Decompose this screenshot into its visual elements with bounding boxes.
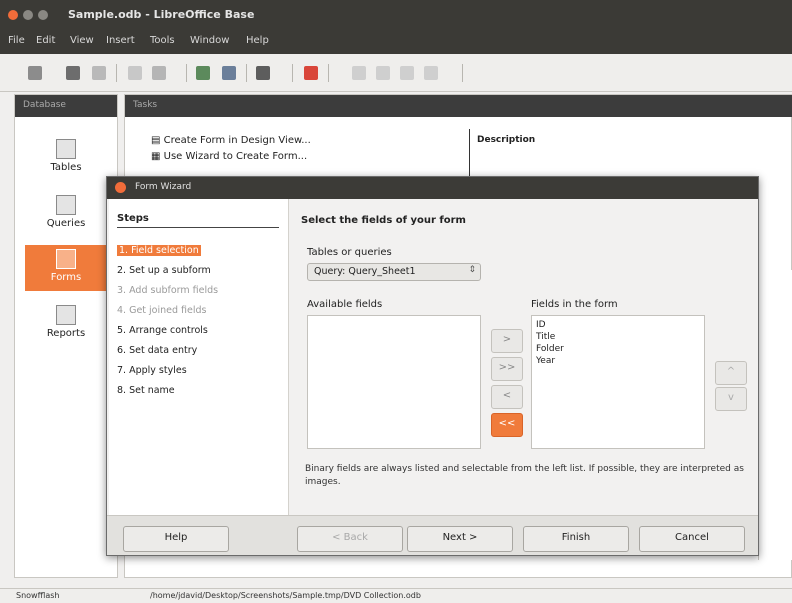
- tasks-header: Tasks: [125, 95, 792, 117]
- db-item-label: Forms: [50, 272, 82, 283]
- back-button: < Back: [297, 526, 403, 552]
- title-bar: Sample.odb - LibreOffice Base: [0, 0, 792, 30]
- db-item-label: Tables: [50, 162, 82, 173]
- dialog-button-row: Help < Back Next > Finish Cancel: [107, 515, 758, 555]
- close-dialog-icon[interactable]: [115, 182, 126, 193]
- toolbar: [0, 54, 792, 92]
- task-label: Use Wizard to Create Form...: [163, 151, 308, 162]
- open-icon[interactable]: [66, 66, 80, 80]
- dialog-title: Form Wizard: [135, 182, 192, 192]
- steps-header: Steps: [117, 213, 279, 228]
- queries-icon: [56, 195, 76, 215]
- status-bar: Snowfflash /home/jdavid/Desktop/Screensh…: [0, 588, 792, 603]
- design-view-icon: ▤: [151, 135, 164, 146]
- reports-icon: [56, 305, 76, 325]
- status-left: Snowfflash: [16, 591, 60, 600]
- step-joined-fields: 4. Get joined fields: [117, 305, 207, 316]
- move-all-left-button[interactable]: <<: [491, 413, 523, 437]
- select-value: Query: Query_Sheet1: [314, 266, 416, 277]
- save-icon[interactable]: [92, 66, 106, 80]
- steps-panel: Steps 1. Field selection 2. Set up a sub…: [109, 199, 289, 515]
- available-fields-list[interactable]: [307, 315, 481, 449]
- query-icon[interactable]: [376, 66, 390, 80]
- description-label: Description: [477, 135, 536, 145]
- fields-in-form-label: Fields in the form: [531, 299, 618, 310]
- task-label: Create Form in Design View...: [163, 135, 311, 146]
- report-icon[interactable]: [304, 66, 318, 80]
- pane-title: Select the fields of your form: [301, 215, 466, 226]
- db-item-queries[interactable]: Queries: [25, 191, 107, 237]
- table-icon[interactable]: [352, 66, 366, 80]
- tables-queries-label: Tables or queries: [307, 247, 392, 258]
- task-create-design-view[interactable]: ▤ Create Form in Design View...: [151, 135, 311, 146]
- view-icon[interactable]: [400, 66, 414, 80]
- menu-insert[interactable]: Insert: [106, 35, 135, 46]
- next-button[interactable]: Next >: [407, 526, 513, 552]
- step-apply-styles[interactable]: 7. Apply styles: [117, 365, 187, 376]
- minimize-window-icon[interactable]: [23, 10, 33, 20]
- form-icon[interactable]: [256, 66, 270, 80]
- step-data-entry[interactable]: 6. Set data entry: [117, 345, 197, 356]
- spin-arrows-icon: ⇕: [468, 265, 476, 275]
- forms-list-area: [758, 270, 792, 560]
- relations-icon[interactable]: [424, 66, 438, 80]
- new-document-icon[interactable]: [28, 66, 42, 80]
- move-up-button[interactable]: ^: [715, 361, 747, 385]
- status-path: /home/jdavid/Desktop/Screenshots/Sample.…: [150, 591, 421, 600]
- task-use-wizard[interactable]: ▦ Use Wizard to Create Form...: [151, 151, 307, 162]
- menu-file[interactable]: File: [8, 35, 25, 46]
- menu-edit[interactable]: Edit: [36, 35, 55, 46]
- db-item-reports[interactable]: Reports: [25, 301, 107, 347]
- list-item[interactable]: Folder: [536, 344, 564, 354]
- copy-icon[interactable]: [128, 66, 142, 80]
- binary-fields-note: Binary fields are always listed and sele…: [305, 464, 744, 487]
- step-field-selection[interactable]: 1. Field selection: [117, 245, 201, 256]
- form-wizard-dialog: Form Wizard Steps 1. Field selection 2. …: [106, 176, 759, 556]
- move-right-button[interactable]: >: [491, 329, 523, 353]
- database-header: Database: [15, 95, 117, 117]
- maximize-window-icon[interactable]: [38, 10, 48, 20]
- paste-icon[interactable]: [152, 66, 166, 80]
- close-window-icon[interactable]: [8, 10, 18, 20]
- sort-ascending-icon[interactable]: [196, 66, 210, 80]
- step-subform-fields: 3. Add subform fields: [117, 285, 219, 296]
- window-title: Sample.odb - LibreOffice Base: [68, 8, 255, 21]
- tables-queries-select[interactable]: Query: Query_Sheet1 ⇕: [307, 263, 481, 281]
- database-pane: Database Tables Queries Forms Reports: [14, 94, 118, 578]
- tables-icon: [56, 139, 76, 159]
- move-left-button[interactable]: <: [491, 385, 523, 409]
- dialog-title-bar: Form Wizard: [107, 177, 758, 199]
- menu-tools[interactable]: Tools: [150, 35, 175, 46]
- finish-button[interactable]: Finish: [523, 526, 629, 552]
- available-fields-label: Available fields: [307, 299, 383, 310]
- help-button[interactable]: Help: [123, 526, 229, 552]
- forms-icon: [56, 249, 76, 269]
- db-item-label: Reports: [46, 328, 86, 339]
- db-item-label: Queries: [46, 218, 86, 229]
- cancel-button[interactable]: Cancel: [639, 526, 745, 552]
- menu-view[interactable]: View: [70, 35, 94, 46]
- move-all-right-button[interactable]: >>: [491, 357, 523, 381]
- menu-help[interactable]: Help: [246, 35, 269, 46]
- db-item-tables[interactable]: Tables: [25, 135, 107, 181]
- move-down-button[interactable]: v: [715, 387, 747, 411]
- step-arrange-controls[interactable]: 5. Arrange controls: [117, 325, 208, 336]
- list-item[interactable]: Year: [536, 356, 555, 366]
- fields-in-form-list[interactable]: ID Title Folder Year: [531, 315, 705, 449]
- menu-bar: File Edit View Insert Tools Window Help: [0, 30, 792, 54]
- list-item[interactable]: Title: [536, 332, 555, 342]
- step-subform[interactable]: 2. Set up a subform: [117, 265, 211, 276]
- wizard-icon: ▦: [151, 151, 164, 162]
- db-item-forms[interactable]: Forms: [25, 245, 107, 291]
- sort-descending-icon[interactable]: [222, 66, 236, 80]
- divider: [469, 129, 470, 179]
- step-set-name[interactable]: 8. Set name: [117, 385, 175, 396]
- menu-window[interactable]: Window: [190, 35, 229, 46]
- list-item[interactable]: ID: [536, 320, 546, 330]
